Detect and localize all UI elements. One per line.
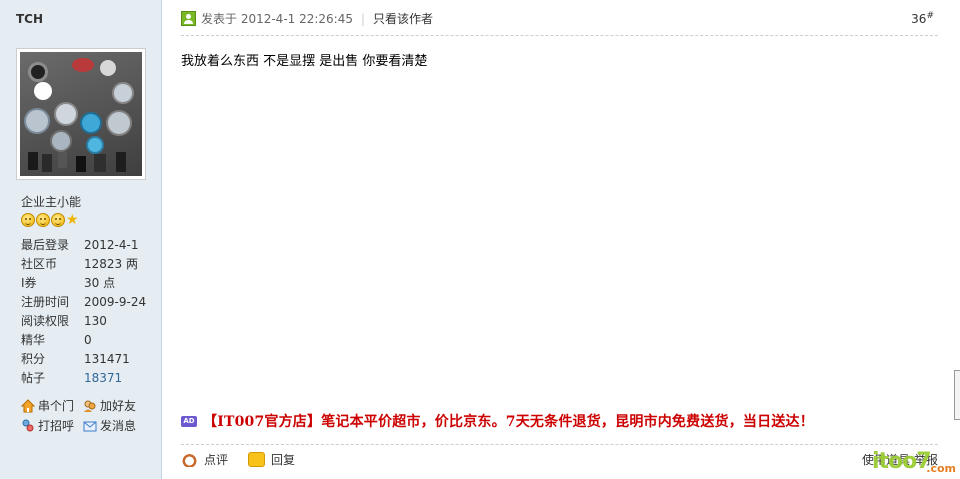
watermark-logo: itoo7 <box>872 449 932 474</box>
stat-row: 最后登录 2012-4-1 <box>21 236 146 255</box>
add-friend-icon <box>83 399 97 413</box>
floor-mark: # <box>926 11 934 21</box>
visit-label: 串个门 <box>38 399 75 413</box>
author-stats: 最后登录 2012-4-1 社区币 12823 两 I券 30 点 注册时间 2… <box>21 236 146 388</box>
stat-label: I券 <box>21 276 37 290</box>
author-actions: 串个门 加好友 打招呼 发消息 <box>20 396 161 436</box>
post-main: 发表于 2012-4-1 22:26:45 | 只看该作者 36# 我放着么东西… <box>163 0 960 479</box>
greet-icon <box>21 419 35 433</box>
stat-label: 积分 <box>21 352 46 366</box>
author-sidebar: TCH 企业主小能 ★ 最后登录 2012-4-1 社区币 12823 两 I券… <box>0 0 162 479</box>
sun-rank-icon <box>36 213 50 227</box>
stat-row: 帖子 18371 <box>21 369 146 388</box>
stat-label: 帖子 <box>21 371 46 385</box>
ad-banner[interactable]: AD 【IT007官方店】笔记本平价超市，价比京东。7天无条件退货，昆明市内免费… <box>181 411 814 431</box>
comment-button[interactable]: 点评 <box>181 451 228 468</box>
stat-row: 阅读权限 130 <box>21 312 146 331</box>
home-icon <box>20 399 36 413</box>
avatar[interactable] <box>16 48 146 180</box>
sun-rank-icon <box>21 213 35 227</box>
stat-row: 社区币 12823 两 <box>21 255 146 274</box>
stat-row: 精华 0 <box>21 331 146 350</box>
post-time: 发表于 2012-4-1 22:26:45 <box>201 12 353 26</box>
stat-value: 2009-9-24 <box>84 295 147 309</box>
coffee-cup-icon <box>181 452 198 467</box>
rank-stars: ★ <box>21 213 79 227</box>
add-friend-button[interactable]: 加好友 <box>83 396 145 416</box>
stat-value: 130 <box>84 314 107 328</box>
add-friend-label: 加好友 <box>100 399 137 413</box>
site-watermark: itoo7 .com <box>872 449 956 475</box>
floor-value: 36 <box>911 12 927 26</box>
stat-value: 12823 两 <box>84 257 138 271</box>
post-header: 发表于 2012-4-1 22:26:45 | 只看该作者 36# <box>181 8 938 36</box>
post-count-link[interactable]: 18371 <box>84 369 122 388</box>
visit-button[interactable]: 串个门 <box>20 396 83 416</box>
floor-number[interactable]: 36# <box>911 11 934 26</box>
watermark-suffix: .com <box>926 462 956 475</box>
send-message-label: 发消息 <box>100 419 137 433</box>
greet-label: 打招呼 <box>38 419 75 433</box>
stat-value: 2012-4-1 <box>84 238 139 252</box>
speech-bubble-icon <box>248 452 266 467</box>
side-scroll-tab[interactable] <box>954 370 960 420</box>
star-rank-icon: ★ <box>66 212 79 228</box>
comment-label: 点评 <box>204 453 229 467</box>
user-online-icon <box>181 11 196 26</box>
stat-label: 精华 <box>21 333 46 347</box>
ad-text[interactable]: 【IT007官方店】笔记本平价超市，价比京东。7天无条件退货，昆明市内免费送货，… <box>203 411 814 431</box>
sun-rank-icon <box>51 213 65 227</box>
author-name[interactable]: TCH <box>16 12 43 26</box>
rank-title: 企业主小能 <box>21 195 82 209</box>
reply-label: 回复 <box>271 453 296 467</box>
stat-value: 0 <box>84 333 92 347</box>
stat-row: 积分 131471 <box>21 350 146 369</box>
avatar-image <box>20 52 142 176</box>
stat-row: 注册时间 2009-9-24 <box>21 293 146 312</box>
post-footer: 点评 回复 使用道具 举报 <box>181 444 938 474</box>
stat-label: 最后登录 <box>21 238 70 252</box>
reply-button[interactable]: 回复 <box>248 451 295 468</box>
divider: | <box>361 12 366 26</box>
stat-label: 社区币 <box>21 257 58 271</box>
stat-label: 阅读权限 <box>21 314 70 328</box>
stat-value: 131471 <box>84 352 130 366</box>
envelope-icon <box>83 419 97 433</box>
stat-label: 注册时间 <box>21 295 70 309</box>
post-content: 我放着么东西 不是显摆 是出售 你要看清楚 <box>181 54 428 69</box>
greet-button[interactable]: 打招呼 <box>21 416 83 436</box>
stat-row: I券 30 点 <box>21 274 146 293</box>
send-message-button[interactable]: 发消息 <box>83 416 145 436</box>
only-author-link[interactable]: 只看该作者 <box>373 8 433 30</box>
ad-badge: AD <box>181 415 197 427</box>
stat-value: 30 点 <box>84 276 116 290</box>
